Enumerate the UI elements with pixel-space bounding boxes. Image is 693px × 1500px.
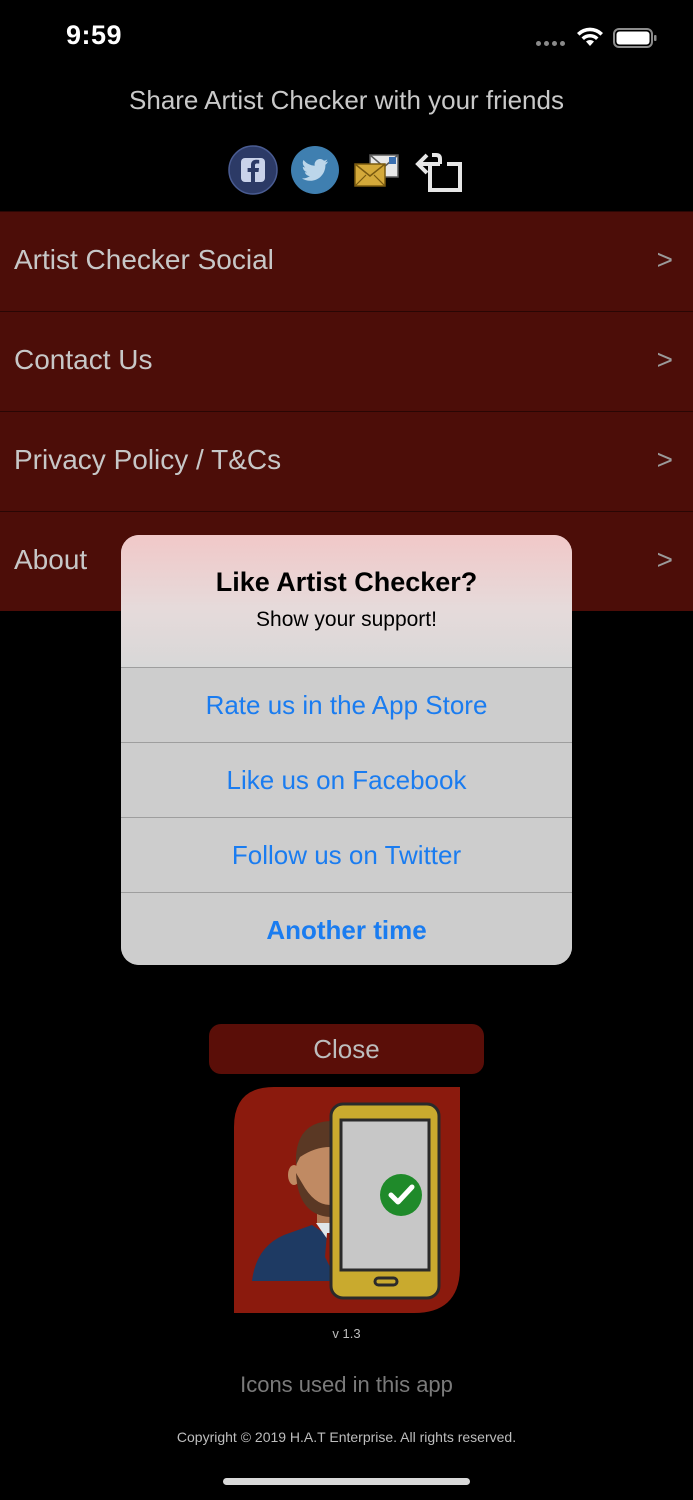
alert-header: Like Artist Checker? Show your support! [121, 535, 572, 668]
alert-title: Like Artist Checker? [215, 567, 478, 597]
alert-message: Show your support! [256, 608, 437, 631]
rate-app-store-button[interactable]: Rate us in the App Store [121, 668, 572, 743]
like-facebook-button[interactable]: Like us on Facebook [121, 743, 572, 818]
follow-twitter-button[interactable]: Follow us on Twitter [121, 818, 572, 893]
rate-app-alert: Like Artist Checker? Show your support! … [121, 535, 572, 965]
another-time-button[interactable]: Another time [121, 893, 572, 965]
